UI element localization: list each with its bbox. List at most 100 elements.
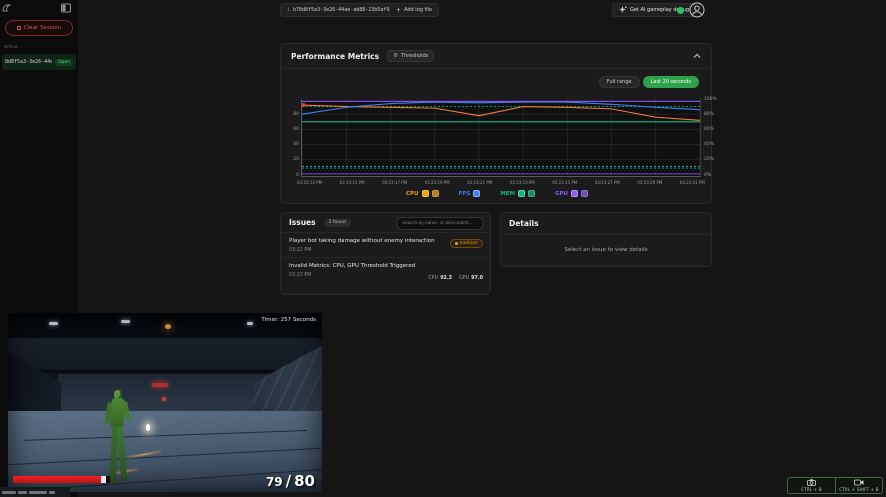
- performance-metrics-panel: Performance Metrics ⚙ Thresholds Full ra…: [280, 43, 712, 204]
- red-sign: [152, 383, 168, 387]
- legend-swatch[interactable]: [432, 190, 439, 197]
- gpu-metric-value: 97.0: [471, 276, 483, 281]
- ceiling-light-orange: [165, 324, 171, 329]
- debug-text-blur: [18, 491, 27, 494]
- y-tick-label: 20: [293, 157, 299, 162]
- sparkle-icon: [619, 6, 627, 14]
- add-log-file-button[interactable]: + Add log file: [389, 3, 439, 17]
- session-status-badge: Open: [55, 59, 73, 66]
- thresholds-button[interactable]: ⚙ Thresholds: [387, 50, 434, 62]
- debug-log-overlay: [0, 487, 70, 497]
- hud-ammo-counter: 79 / 80: [266, 472, 315, 490]
- ceiling-light: [49, 322, 58, 325]
- legend-swatch[interactable]: [528, 190, 535, 197]
- severity-label: medium: [460, 241, 479, 246]
- legend-swatch[interactable]: [571, 190, 578, 197]
- issue-metrics: CPU92.3 GPU97.0: [428, 264, 483, 283]
- legend-item-gpu[interactable]: GPU: [555, 190, 588, 197]
- y-axis-right: 100%80%60%40%20%0%: [704, 99, 720, 177]
- issues-search-input[interactable]: [396, 217, 484, 230]
- clear-session-label: Clear Session: [24, 25, 61, 31]
- legend-label: MEM: [500, 191, 515, 197]
- legend-swatch[interactable]: [473, 190, 480, 197]
- severity-dot-icon: [455, 242, 458, 245]
- issues-count-badge: 2 found: [324, 219, 351, 227]
- range-toggle: Full range Last 20 seconds: [599, 76, 699, 88]
- issues-panel: Issues 2 found Player bot taking damage …: [280, 212, 491, 295]
- add-log-file-label: Add log file: [404, 7, 432, 13]
- legend-label: GPU: [555, 191, 568, 197]
- app-logo-icon: [2, 3, 12, 13]
- ammo-max: 80: [294, 472, 315, 490]
- stop-icon: [17, 26, 21, 30]
- y-axis-left: 806040200: [283, 99, 299, 177]
- red-light: [162, 397, 166, 401]
- chevron-up-icon[interactable]: [693, 53, 701, 59]
- details-panel: Details Select an issue to view details: [500, 212, 712, 267]
- details-empty-state: Select an issue to view details: [501, 235, 711, 265]
- y-tick-label: 0: [296, 173, 299, 178]
- sessions-section-label: Active: [4, 45, 18, 50]
- legend-swatch[interactable]: [581, 190, 588, 197]
- status-dot: [677, 7, 684, 14]
- sidebar-session-item[interactable]: 8d8f5a3-3e26-44ae-... Open: [2, 54, 76, 70]
- capture-controls: CTRL + B CTRL + SHIFT + B: [787, 477, 883, 494]
- gpu-metric-label: GPU: [459, 276, 469, 281]
- legend-item-cpu[interactable]: CPU: [406, 190, 439, 197]
- legend-label: CPU: [406, 191, 419, 197]
- legend-swatch[interactable]: [422, 190, 429, 197]
- perf-chart-svg: [302, 99, 700, 175]
- y-tick-label: 60%: [704, 127, 714, 132]
- legend-swatch[interactable]: [518, 190, 525, 197]
- sidebar-toggle-icon[interactable]: [61, 3, 71, 13]
- hud-health-bar: [13, 476, 110, 483]
- x-tick-label: 03:23:23 PM: [510, 180, 535, 185]
- record-shortcut-label: CTRL + SHIFT + B: [839, 487, 878, 492]
- x-tick-label: 03:23:13 PM: [297, 180, 322, 185]
- ammo-current: 79: [266, 475, 283, 489]
- app-window: Clear Session Active 8d8f5a3-3e26-44ae-.…: [0, 0, 886, 497]
- legend-item-mem[interactable]: MEM: [500, 190, 535, 197]
- issues-title: Issues: [289, 218, 316, 227]
- cpu-metric-label: CPU: [428, 276, 438, 281]
- performance-panel-header: Performance Metrics ⚙ Thresholds: [281, 44, 711, 69]
- plus-icon: +: [396, 7, 401, 14]
- range-last-20s-button[interactable]: Last 20 seconds: [643, 76, 699, 88]
- x-tick-label: 03:23:25 PM: [552, 180, 577, 185]
- thresholds-label: Thresholds: [401, 53, 428, 59]
- issue-time: 03:22 PM: [289, 248, 482, 253]
- details-header: Details: [501, 213, 711, 235]
- ceiling-light: [121, 320, 130, 323]
- cpu-metric-value: 92.3: [440, 276, 452, 281]
- issues-header: Issues 2 found: [281, 213, 490, 233]
- x-tick-label: 03:23:29 PM: [637, 180, 662, 185]
- gear-icon: ⚙: [393, 53, 398, 59]
- range-full-button[interactable]: Full range: [599, 76, 640, 88]
- debug-text-blur: [29, 491, 47, 494]
- y-tick-label: 80%: [704, 112, 714, 117]
- player-character: [104, 390, 134, 487]
- issue-row-1[interactable]: Player bot taking damage without enemy i…: [281, 233, 490, 258]
- y-tick-label: 20%: [704, 157, 714, 162]
- x-tick-label: 03:23:17 PM: [382, 180, 407, 185]
- record-button[interactable]: CTRL + SHIFT + B: [835, 477, 883, 494]
- legend-label: FPS: [459, 191, 471, 197]
- x-tick-label: 03:23:31 PM: [680, 180, 705, 185]
- issue-row-2[interactable]: Invalid Metrics: CPU, GPU Threshold Trig…: [281, 258, 490, 282]
- y-tick-label: 0%: [704, 173, 711, 178]
- screenshot-button[interactable]: CTRL + B: [787, 477, 835, 494]
- game-viewport[interactable]: Timer: 257 Seconds 79 / 80: [8, 313, 322, 492]
- screenshot-shortcut-label: CTRL + B: [801, 487, 821, 492]
- legend-item-fps[interactable]: FPS: [459, 190, 481, 197]
- game-ceiling-beam: [8, 338, 322, 370]
- x-tick-label: 03:23:15 PM: [340, 180, 365, 185]
- avatar[interactable]: [689, 2, 705, 18]
- x-tick-label: 03:23:21 PM: [467, 180, 492, 185]
- clear-session-button[interactable]: Clear Session: [5, 20, 73, 36]
- info-icon: i: [287, 7, 290, 13]
- perf-chart-plot: [301, 99, 701, 177]
- y-tick-label: 40%: [704, 142, 714, 147]
- debug-text-blur: [49, 491, 55, 494]
- severity-badge: medium: [450, 239, 484, 248]
- health-fill: [13, 476, 101, 483]
